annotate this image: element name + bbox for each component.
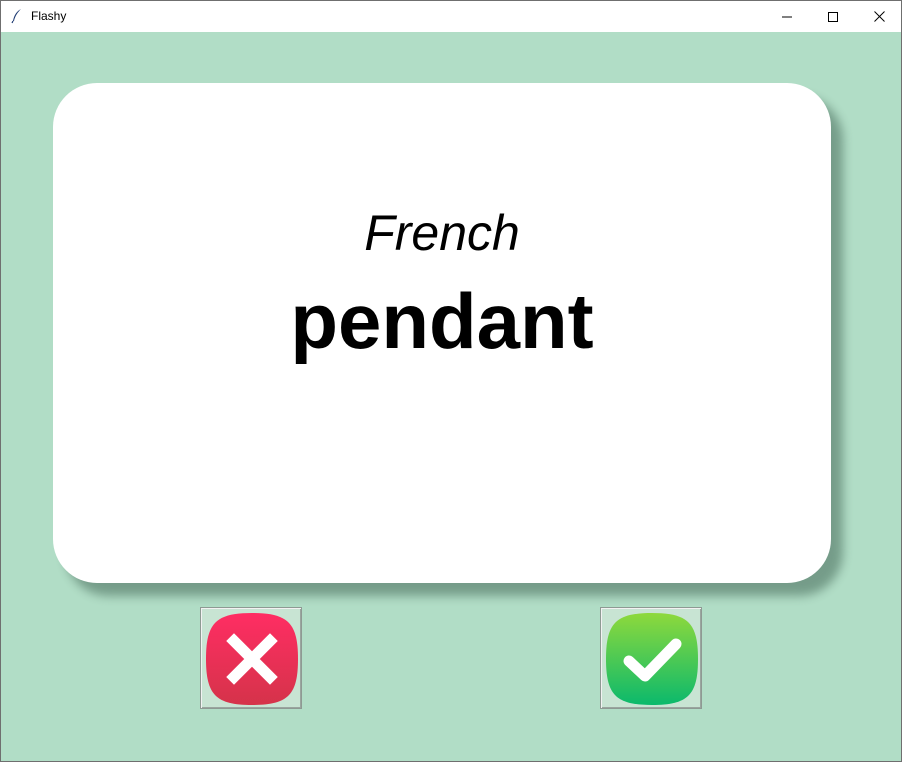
maximize-icon [828, 11, 838, 22]
close-button[interactable] [856, 1, 901, 32]
minimize-button[interactable] [764, 1, 810, 32]
close-icon [873, 11, 885, 22]
maximize-button[interactable] [810, 1, 856, 32]
card-word: pendant [290, 277, 594, 365]
right-button[interactable] [600, 607, 702, 709]
card-language-title: French [364, 205, 520, 261]
title-bar[interactable]: Flashy [1, 1, 901, 32]
wrong-button[interactable] [200, 607, 302, 709]
feather-icon [10, 8, 24, 24]
window-title: Flashy [31, 9, 67, 23]
flash-card: French pendant [53, 83, 831, 583]
app-window: Flashy French pendant [0, 0, 902, 762]
minimize-icon [782, 12, 792, 22]
